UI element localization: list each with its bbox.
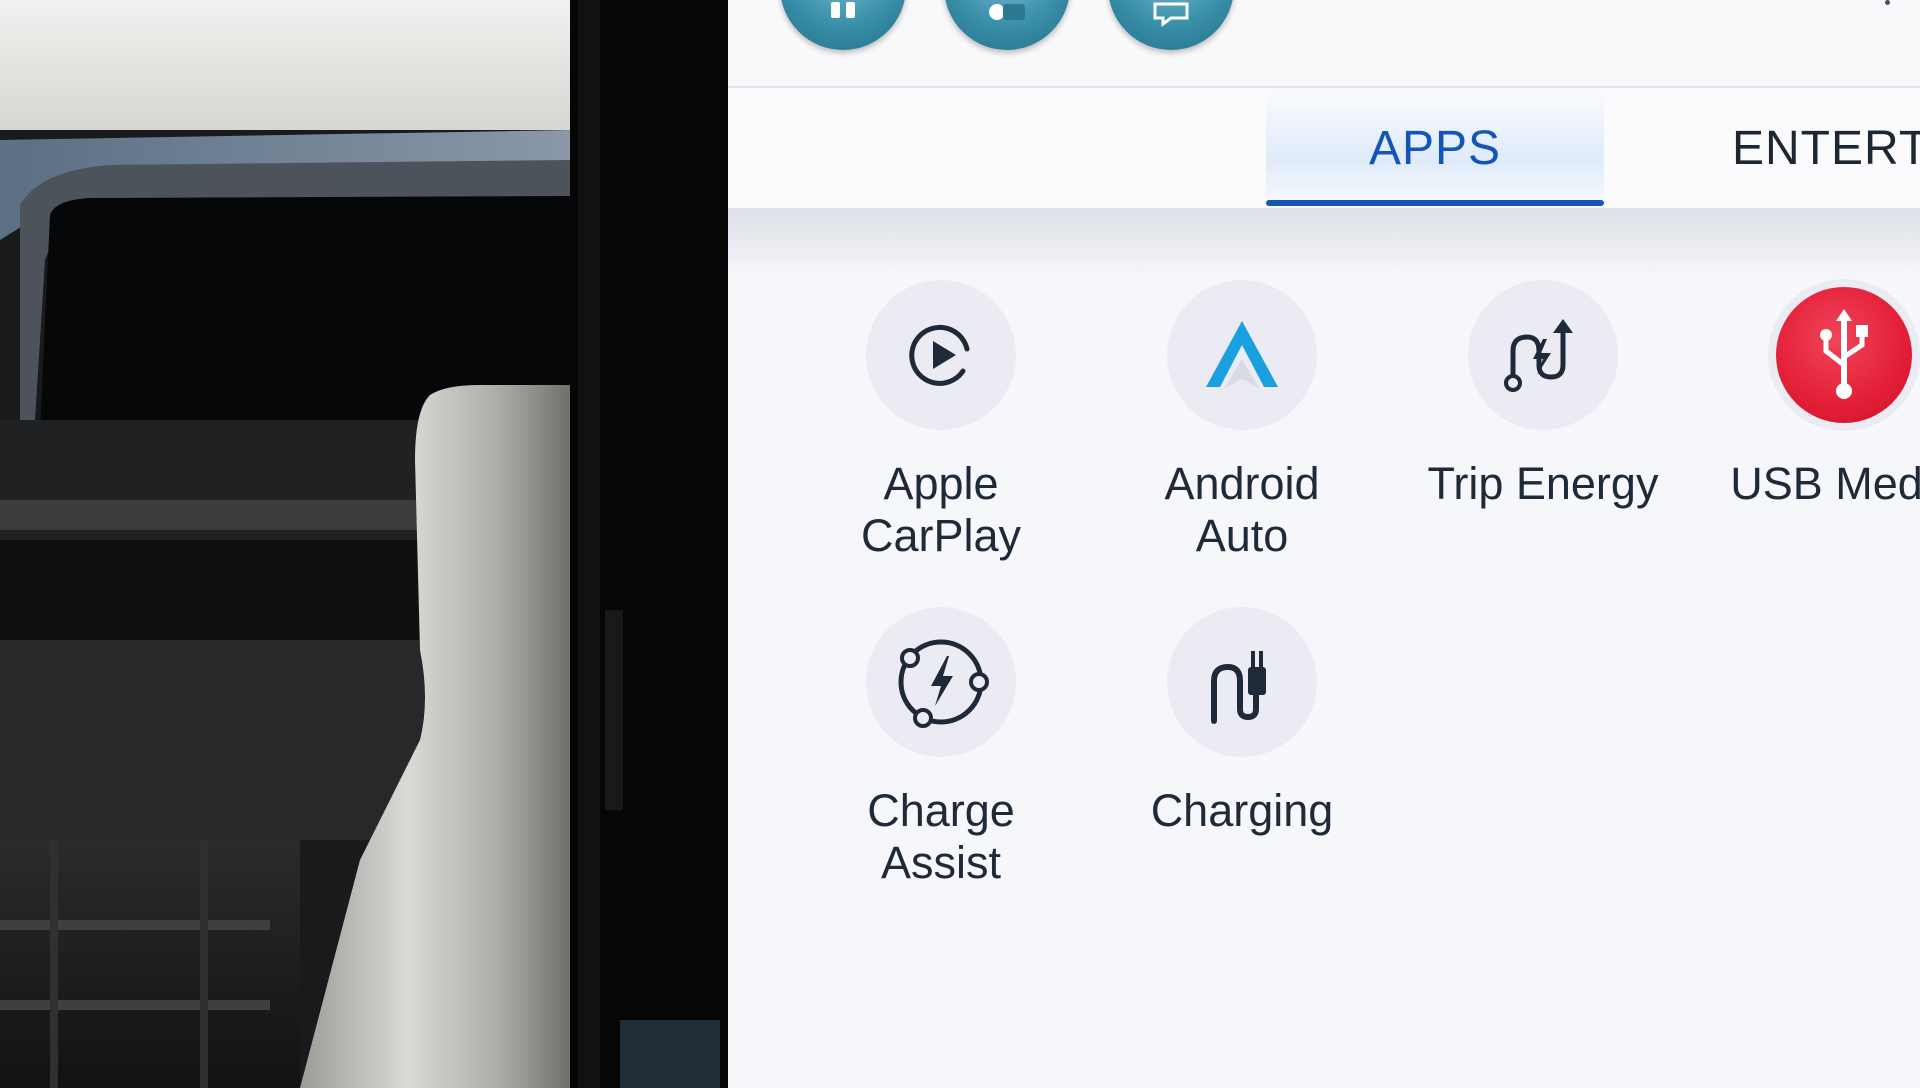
toggle-button[interactable] [944,0,1070,50]
trip-energy-icon [1468,280,1618,430]
video-frame: APPS ENTERTA Apple CarPlay [0,0,1920,1088]
tab-entertainment[interactable]: ENTERTA [1732,88,1920,208]
charge-assist-icon [866,607,1016,757]
tab-apps-label: APPS [1368,121,1502,175]
tab-apps[interactable]: APPS [1266,88,1604,208]
infotainment-screen: APPS ENTERTA Apple CarPlay [728,0,1920,1088]
app-label-line1: Apple [883,458,999,509]
app-charging[interactable]: Charging [1092,607,1392,837]
overflow-menu-icon[interactable] [1885,0,1890,5]
pause-button[interactable] [780,0,906,50]
app-trip-energy[interactable]: Trip Energy [1393,280,1693,510]
tabs-shadow [728,208,1920,278]
car-interior-photo [0,0,728,1088]
app-usb-media[interactable]: USB Media [1694,280,1920,510]
app-label-line2: Auto [1195,510,1289,561]
screen-icon [1153,2,1189,27]
app-label-line1: Trip Energy [1427,458,1659,509]
pause-icon [831,2,855,18]
charging-plug-icon [1167,607,1317,757]
app-apple-carplay[interactable]: Apple CarPlay [791,280,1091,562]
android-auto-icon [1167,280,1317,430]
app-label-line1: Charging [1150,785,1334,836]
app-label-line1: USB Media [1730,458,1920,509]
usb-icon [1776,287,1912,423]
app-label-line2: Assist [880,837,1001,888]
active-tab-indicator [1266,200,1604,206]
toggle-icon [989,4,1025,20]
screen-mirror-button[interactable] [1108,0,1234,50]
tab-entertainment-label: ENTERTA [1732,121,1920,175]
quick-controls-bar [728,0,1920,88]
category-tabs: APPS ENTERTA [728,88,1920,208]
app-label-line1: Android [1164,458,1320,509]
app-label-line2: CarPlay [860,510,1022,561]
play-circle-icon [866,280,1016,430]
app-charge-assist[interactable]: Charge Assist [791,607,1091,889]
app-label-line1: Charge [867,785,1015,836]
app-android-auto[interactable]: Android Auto [1092,280,1392,562]
